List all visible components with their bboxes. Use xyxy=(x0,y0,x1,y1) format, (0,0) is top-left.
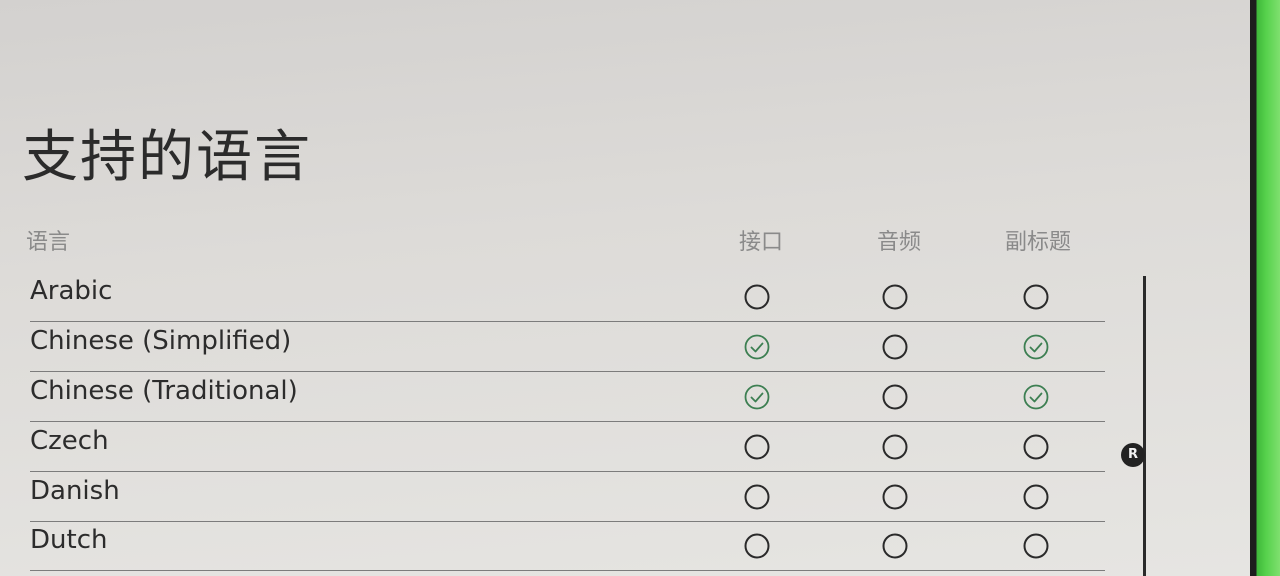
audio-unsupported-circle-icon xyxy=(882,434,908,460)
interface-unsupported-circle-icon xyxy=(744,434,770,460)
subtitles-unsupported-circle-icon xyxy=(1023,434,1049,460)
audio-unsupported-circle-icon xyxy=(882,484,908,510)
language-name: Czech xyxy=(30,426,109,456)
row-divider xyxy=(30,570,1105,571)
interface-supported-check-icon xyxy=(744,334,770,360)
table-row: Chinese (Traditional) xyxy=(30,372,1105,422)
table-row: Czech xyxy=(30,422,1105,472)
interface-unsupported-circle-icon xyxy=(744,284,770,310)
audio-unsupported-circle-icon xyxy=(882,384,908,410)
language-name: Arabic xyxy=(30,276,113,306)
language-name: Chinese (Traditional) xyxy=(30,376,298,406)
language-name: Danish xyxy=(30,476,120,506)
subtitles-unsupported-circle-icon xyxy=(1023,484,1049,510)
table-row: Dutch xyxy=(30,521,1105,571)
audio-unsupported-circle-icon xyxy=(882,533,908,559)
interface-supported-check-icon xyxy=(744,384,770,410)
header-subtitles: 副标题 xyxy=(1005,230,1072,255)
audio-unsupported-circle-icon xyxy=(882,284,908,310)
interface-unsupported-circle-icon xyxy=(744,533,770,559)
table-row: Danish xyxy=(30,472,1105,522)
monitor-bezel xyxy=(1250,0,1280,576)
table-row: Chinese (Simplified) xyxy=(30,322,1105,372)
language-name: Chinese (Simplified) xyxy=(30,326,292,356)
subtitles-supported-check-icon xyxy=(1023,384,1049,410)
audio-unsupported-circle-icon xyxy=(882,334,908,360)
scrollbar-thumb[interactable]: R xyxy=(1121,443,1145,467)
subtitles-unsupported-circle-icon xyxy=(1023,284,1049,310)
language-name: Dutch xyxy=(30,525,108,555)
subtitles-supported-check-icon xyxy=(1023,334,1049,360)
scrollbar-track[interactable] xyxy=(1143,276,1146,576)
screen: 支持的语言 语言 接口 音频 副标题 Arabic Chinese (Simpli… xyxy=(0,0,1250,576)
table-row: Arabic xyxy=(30,272,1105,322)
header-audio: 音频 xyxy=(877,230,922,255)
interface-unsupported-circle-icon xyxy=(744,484,770,510)
subtitles-unsupported-circle-icon xyxy=(1023,533,1049,559)
header-interface: 接口 xyxy=(739,230,784,255)
page-title: 支持的语言 xyxy=(22,125,312,190)
header-language: 语言 xyxy=(26,230,71,255)
